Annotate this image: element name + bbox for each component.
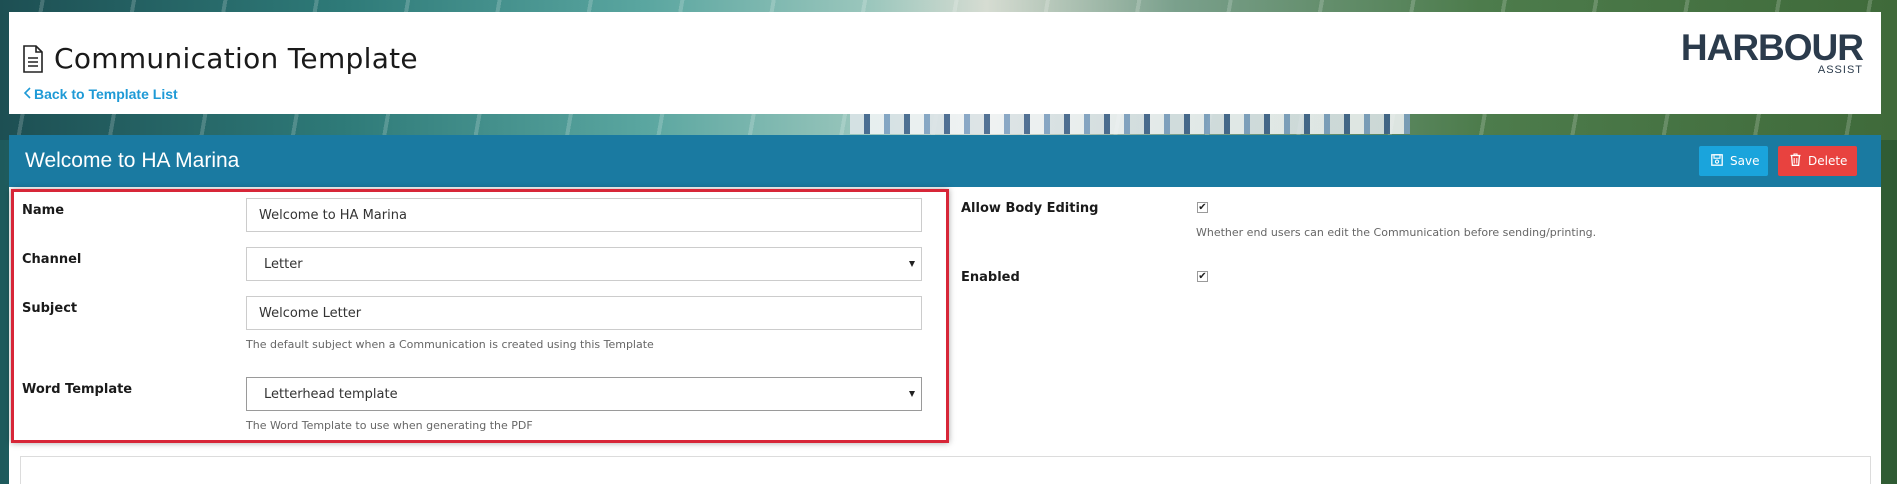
- caret-down-icon: [909, 261, 915, 267]
- caret-down-icon: [909, 391, 915, 397]
- page-title: Communication Template: [54, 42, 418, 75]
- save-button[interactable]: Save: [1699, 146, 1768, 176]
- name-input[interactable]: Welcome to HA Marina: [246, 198, 922, 232]
- subject-help-text: The default subject when a Communication…: [246, 338, 654, 351]
- back-to-template-list-link[interactable]: Back to Template List: [23, 86, 178, 102]
- title-row: Communication Template: [22, 42, 418, 75]
- back-link-label: Back to Template List: [34, 86, 178, 102]
- enabled-checkbox[interactable]: ✔: [1197, 271, 1208, 282]
- panel-title: Welcome to HA Marina: [25, 149, 240, 172]
- channel-select[interactable]: Letter: [246, 247, 922, 281]
- check-icon: ✔: [1198, 270, 1207, 282]
- save-button-label: Save: [1730, 154, 1760, 168]
- body-editor-area[interactable]: [20, 456, 1871, 484]
- background-marina-dock: [850, 114, 1410, 134]
- panel-header: Welcome to HA Marina Save Delete: [9, 135, 1881, 187]
- allow-body-editing-checkbox[interactable]: ✔: [1197, 202, 1208, 213]
- delete-button[interactable]: Delete: [1778, 146, 1857, 176]
- logo-main-text: HARBOUR: [1680, 27, 1864, 68]
- document-icon: [22, 44, 44, 73]
- channel-label: Channel: [22, 252, 82, 267]
- harbour-assist-logo: HARBOUR ASSIST: [1680, 27, 1864, 76]
- template-panel: Welcome to HA Marina Save Delete Name We…: [9, 135, 1881, 484]
- allow-body-editing-help-text: Whether end users can edit the Communica…: [1196, 226, 1597, 239]
- enabled-label: Enabled: [961, 270, 1020, 285]
- highlighted-form-section: Name Welcome to HA Marina Channel Letter…: [11, 189, 949, 443]
- name-label: Name: [22, 203, 65, 218]
- check-icon: ✔: [1198, 201, 1207, 213]
- subject-input[interactable]: Welcome Letter: [246, 296, 922, 330]
- trash-icon: [1790, 153, 1801, 169]
- word-template-select[interactable]: Letterhead template: [246, 377, 922, 411]
- allow-body-editing-label: Allow Body Editing: [961, 201, 1099, 216]
- word-template-help-text: The Word Template to use when generating…: [246, 419, 533, 432]
- delete-button-label: Delete: [1808, 154, 1848, 168]
- floppy-disk-icon: [1711, 153, 1723, 169]
- subject-label: Subject: [22, 301, 78, 316]
- word-template-selected-value: Letterhead template: [264, 386, 398, 402]
- channel-selected-value: Letter: [264, 256, 303, 272]
- chevron-left-icon: [23, 86, 32, 102]
- word-template-label: Word Template: [22, 382, 133, 397]
